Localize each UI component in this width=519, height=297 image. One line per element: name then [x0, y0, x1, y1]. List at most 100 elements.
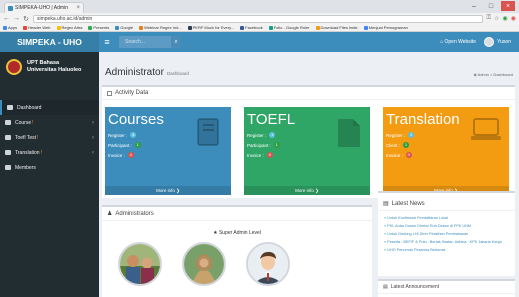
book-icon	[195, 117, 223, 149]
maximize-icon[interactable]: □	[484, 1, 498, 11]
bookmark-label: Google	[120, 25, 134, 30]
tile-stat-label: Client :	[386, 142, 401, 148]
tile-stat-label: Register :	[386, 132, 406, 138]
menu-toggle-icon[interactable]: ≡	[99, 37, 115, 47]
sidebar-item-toefl-test[interactable]: Toefl Test! ‹	[0, 130, 99, 145]
reload-icon[interactable]: ↻	[23, 15, 29, 23]
tile-stat-label: Participant :	[108, 142, 132, 148]
bookmark-item[interactable]: Google	[115, 25, 133, 30]
breadcrumb-text[interactable]: Admin > Dashboard	[478, 72, 513, 77]
tile-stat-label: Invoice :	[247, 152, 264, 158]
bookmark-icon	[315, 25, 320, 30]
sidebar: UPT Bahasa Universitas Haluoleo Dashboar…	[0, 52, 99, 297]
menu-item-icon	[5, 120, 11, 125]
key-icon[interactable]: ⚿	[487, 15, 492, 22]
user-menu[interactable]: Yuson	[484, 37, 511, 47]
bullhorn-icon: ▤	[383, 284, 388, 290]
university-logo	[6, 59, 22, 75]
address-bar: ← → ↻ simpeka.uho.ac.id/admin ⚿ ☆ ◉ ◉	[0, 13, 519, 24]
star-icon[interactable]: ☆	[494, 15, 499, 22]
url-field[interactable]: simpeka.uho.ac.id/admin	[33, 14, 483, 23]
bookmark-icon	[268, 25, 273, 30]
window-controls: – □ ×	[467, 1, 515, 11]
bookmarks-bar: Apps Header Web Regex Attra Presents Google W…	[0, 24, 519, 32]
page-title-text: Administrator	[105, 67, 164, 78]
admin-photo-3[interactable]	[246, 242, 290, 286]
bookmark-label: Menjual Pemograman	[368, 25, 408, 30]
sidebar-item-course[interactable]: Course! ‹	[0, 115, 99, 130]
administrators-heading-text: Administrators	[115, 210, 154, 217]
bookmark-icon	[139, 25, 144, 30]
sidebar-org-panel: UPT Bahasa Universitas Haluoleo	[0, 52, 99, 82]
calendar-icon	[107, 90, 112, 96]
sidebar-item-dashboard[interactable]: Dashboard	[0, 100, 99, 115]
bookmark-item[interactable]: Regex Attra	[56, 25, 82, 30]
bookmark-item[interactable]: Presents	[88, 25, 109, 30]
tile-stat-badge: 1	[269, 132, 276, 138]
bookmark-item[interactable]: Folio - Google Ruler	[268, 25, 310, 30]
sidebar-item-text: Translation	[15, 149, 40, 156]
news-item[interactable]: » UHO Penumah Pesarma Bertonas	[384, 248, 509, 253]
latest-news-heading: ▤ Latest News	[378, 193, 515, 211]
bookmark-item[interactable]: Menjual Pemograman	[363, 25, 408, 30]
open-website-link[interactable]: ⌂ Open Website	[440, 39, 476, 45]
menu-item-icon	[5, 165, 11, 170]
user-avatar	[484, 37, 495, 47]
extension-green-icon[interactable]: ◉	[503, 15, 508, 22]
main-content: Administrator Dashboard ◈ Admin > Dashboa…	[99, 52, 519, 297]
back-icon[interactable]: ←	[3, 15, 10, 22]
more-info-link[interactable]: More info ❯	[105, 186, 231, 195]
news-item[interactable]: » Peserta : BEFIF & Putu : Bertak Sastar…	[384, 240, 509, 245]
bookmark-item[interactable]: Header Web	[23, 25, 51, 30]
news-item[interactable]: » Untuk Gedung LHI Direr Pelatihan Pemba…	[384, 232, 509, 237]
tile-stat-badge: 0	[266, 152, 273, 158]
stat-tile-courses: Courses Register :3 Participant :1 Invoice …	[105, 107, 231, 195]
bookmark-item[interactable]: Download Files Indie	[315, 25, 358, 30]
user-name: Yuson	[497, 39, 511, 45]
tile-stat-label: Invoice :	[108, 152, 125, 158]
search-input[interactable]: Search...	[119, 39, 171, 45]
chevron-left-icon: ‹	[92, 134, 94, 141]
admin-photo-2[interactable]	[182, 242, 226, 286]
header-right: ⌂ Open Website Yuson	[440, 37, 519, 47]
open-website-label: Open Website	[444, 39, 477, 45]
forward-icon[interactable]: →	[13, 15, 20, 22]
tile-stat-badge: 2	[408, 132, 415, 138]
bookmark-label: Webinar Regex Ind...	[144, 25, 182, 30]
org-line-2: Universitas Haluoleo	[27, 67, 82, 73]
administrators-box: ♟ Administrators ★ Super Admin Level	[102, 205, 372, 297]
tile-stat-badge: 1	[403, 142, 410, 148]
bookmark-label: Header Web	[28, 25, 51, 30]
bookmark-item[interactable]: PERF Mock for Every...	[187, 25, 234, 30]
bookmark-item[interactable]: Apps	[3, 25, 17, 30]
bookmark-icon	[115, 25, 120, 30]
menu-item-icon	[5, 135, 11, 140]
activity-heading: Activity Data	[102, 87, 515, 100]
news-item[interactable]: » Untuk Konfirmasi Pendaftaran Lokal	[384, 216, 509, 221]
file-icon	[336, 117, 362, 151]
extension-red-icon[interactable]: ◉	[511, 15, 516, 22]
news-item[interactable]: » PKL Antar Dosen Direksi Ruh Dekan di F…	[384, 224, 509, 229]
minimize-icon[interactable]: –	[467, 1, 481, 11]
tile-stat-label: Register :	[247, 132, 267, 138]
alert-badge: !	[37, 134, 39, 141]
stat-tile-toefl: TOEFL Register :1 Participant :1 Invoice :0…	[244, 107, 370, 195]
sidebar-item-translation[interactable]: Translation! ‹	[0, 145, 99, 160]
search-icon[interactable]: ⌕	[171, 36, 181, 48]
user-icon: ♟	[107, 211, 113, 217]
bookmark-item[interactable]: Facebook	[240, 25, 263, 30]
bookmark-label: Presents	[93, 25, 110, 30]
bookmark-icon	[187, 25, 192, 30]
page-title: Administrator Dashboard	[105, 67, 189, 78]
tab-close-icon[interactable]: ×	[76, 5, 80, 11]
app-logo[interactable]: SIMPEKA - UHO	[0, 32, 99, 52]
browser-tab[interactable]: SIMPEKA-UHO | Admin ×	[4, 2, 84, 13]
sidebar-item-members[interactable]: Members	[0, 160, 99, 175]
close-window-icon[interactable]: ×	[501, 1, 515, 11]
tile-stat-badge: 4	[127, 152, 134, 158]
bookmark-item[interactable]: Webinar Regex Ind...	[139, 25, 182, 30]
admin-photo-1[interactable]	[118, 242, 162, 286]
more-info-link[interactable]: More info ❯	[244, 186, 370, 195]
tile-stat-badge: 3	[130, 132, 137, 138]
laptop-icon	[471, 117, 501, 145]
